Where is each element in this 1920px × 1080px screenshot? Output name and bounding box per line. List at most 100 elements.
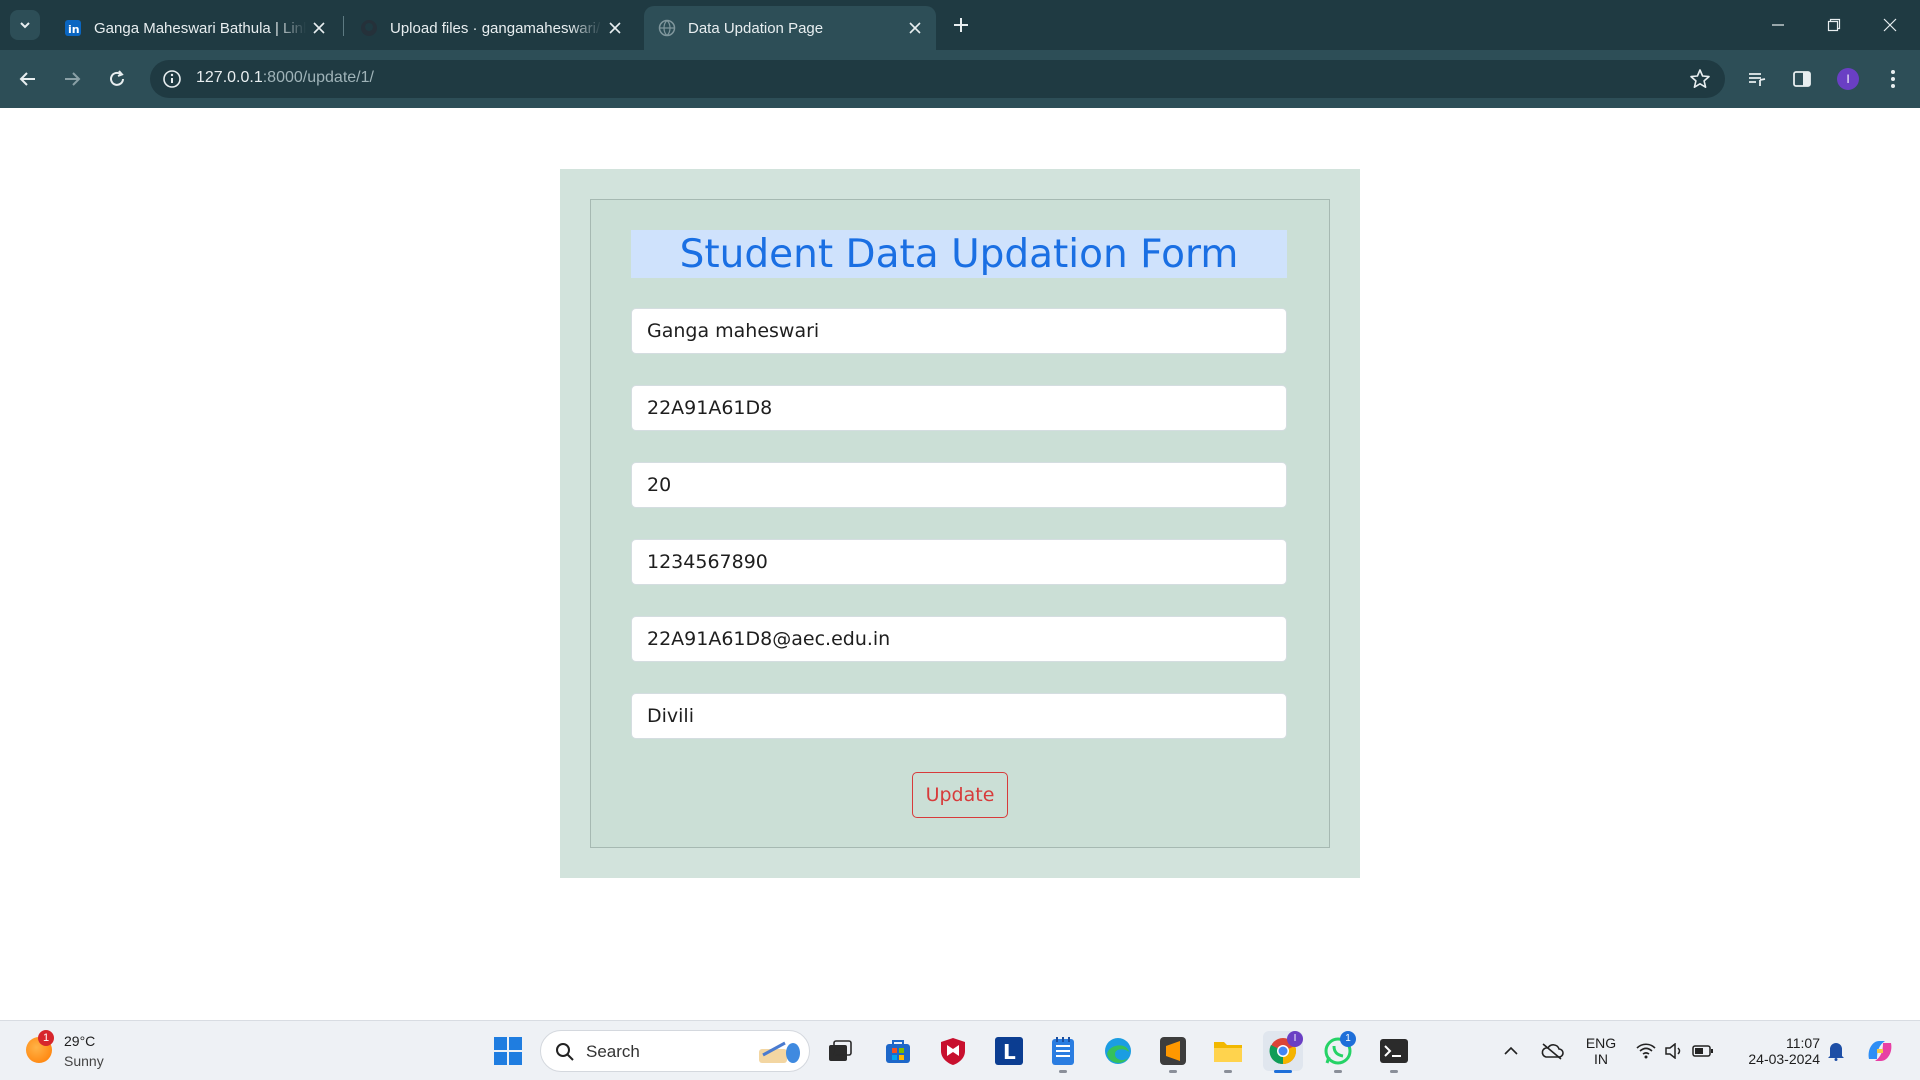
name-field[interactable]: [631, 308, 1287, 354]
copilot-button[interactable]: [1860, 1031, 1900, 1071]
quick-settings-button[interactable]: [1630, 1031, 1720, 1071]
l-app-button[interactable]: L: [989, 1031, 1029, 1071]
clock-time: 11:07: [1786, 1035, 1820, 1051]
file-explorer-button[interactable]: [1208, 1031, 1248, 1073]
reload-button[interactable]: [101, 63, 133, 95]
form-container: Student Data Updation Form Update: [560, 169, 1360, 878]
running-indicator: [1334, 1070, 1342, 1073]
clock[interactable]: 11:07 24-03-2024: [1730, 1031, 1820, 1071]
show-hidden-icons-button[interactable]: [1493, 1031, 1529, 1071]
language-indicator[interactable]: ENG IN: [1578, 1031, 1624, 1071]
start-button[interactable]: [488, 1031, 528, 1071]
volume-icon: [1665, 1043, 1681, 1059]
address-field[interactable]: [631, 693, 1287, 739]
mcafee-button[interactable]: [933, 1031, 973, 1071]
notification-badge: 1: [1340, 1031, 1356, 1047]
github-icon: [360, 19, 378, 37]
weather-widget[interactable]: 1 29°C Sunny: [26, 1029, 136, 1073]
reload-icon: [110, 70, 124, 86]
clock-date: 24-03-2024: [1748, 1051, 1820, 1067]
media-controls-button[interactable]: [1741, 63, 1773, 95]
weather-condition: Sunny: [64, 1053, 104, 1069]
minimize-button[interactable]: [1750, 0, 1806, 50]
menu-button[interactable]: [1877, 63, 1909, 95]
windows-icon: [494, 1037, 522, 1065]
phone-field[interactable]: [631, 539, 1287, 585]
wifi-icon: [1636, 1043, 1656, 1059]
new-tab-button[interactable]: [948, 12, 974, 38]
restore-button[interactable]: [1806, 0, 1862, 50]
age-field[interactable]: [631, 462, 1287, 508]
side-panel-button[interactable]: [1786, 63, 1818, 95]
whatsapp-button[interactable]: 1: [1318, 1031, 1358, 1073]
svg-text:in: in: [68, 23, 80, 36]
tab-search-button[interactable]: [10, 10, 40, 40]
url-text: 127.0.0.1:8000/update/1/: [196, 69, 374, 87]
close-icon[interactable]: [310, 19, 328, 37]
update-button[interactable]: Update: [912, 772, 1008, 818]
chrome-button[interactable]: I: [1263, 1031, 1303, 1073]
playlist-icon: [1749, 73, 1766, 86]
tab-divider: [343, 16, 344, 36]
folder-icon: [1214, 1042, 1242, 1062]
notepad-button[interactable]: [1043, 1031, 1083, 1073]
star-icon[interactable]: [1689, 68, 1711, 90]
search-icon: [556, 1043, 574, 1061]
minimize-icon: [1772, 24, 1784, 26]
notifications-button[interactable]: [1818, 1031, 1854, 1071]
tab-data-updation[interactable]: Data Updation Page: [644, 6, 936, 50]
close-window-button[interactable]: [1862, 0, 1918, 50]
info-icon[interactable]: [162, 69, 182, 89]
l-app-icon: L: [995, 1037, 1023, 1065]
globe-icon: [658, 19, 676, 37]
store-icon: [886, 1040, 910, 1063]
tab-title: Data Updation Page: [688, 19, 824, 37]
onedrive-button[interactable]: [1534, 1031, 1570, 1071]
url-path: :8000/update/1/: [262, 69, 374, 86]
notepad-icon: [1052, 1037, 1074, 1065]
tab-title: Ganga Maheswari Bathula | LinkedIn: [94, 19, 306, 37]
email-field[interactable]: [631, 616, 1287, 662]
tab-github[interactable]: Upload files · gangamaheswari/: [346, 6, 636, 50]
cloud-offline-icon: [1541, 1043, 1564, 1060]
browser-toolbar: 127.0.0.1:8000/update/1/ I: [0, 50, 1920, 108]
forward-button[interactable]: [56, 63, 88, 95]
notification-badge: 1: [38, 1030, 54, 1046]
sublime-icon: [1160, 1037, 1186, 1065]
page-title: Student Data Updation Form: [631, 230, 1287, 278]
linkedin-icon: in: [64, 19, 82, 37]
tab-linkedin[interactable]: in Ganga Maheswari Bathula | LinkedIn: [50, 6, 340, 50]
sublime-button[interactable]: [1153, 1031, 1193, 1073]
battery-icon: [1692, 1045, 1713, 1057]
close-icon: [1883, 18, 1897, 32]
roll-number-field[interactable]: [631, 385, 1287, 431]
close-icon[interactable]: [606, 19, 624, 37]
tab-title: Upload files · gangamaheswari/: [390, 19, 601, 37]
profile-badge: I: [1287, 1031, 1303, 1047]
taskbar-search[interactable]: Search: [540, 1030, 810, 1072]
task-view-button[interactable]: [820, 1031, 860, 1071]
store-button[interactable]: [878, 1031, 918, 1071]
terminal-button[interactable]: [1374, 1031, 1414, 1073]
terminal-icon: [1380, 1039, 1408, 1063]
language-code: ENG: [1585, 1035, 1617, 1051]
plus-icon: [954, 18, 968, 32]
chevron-up-icon: [1504, 1046, 1518, 1055]
close-icon[interactable]: [906, 19, 924, 37]
taskbar: 1 29°C Sunny Search L I 1 ENG IN 11:07 2…: [0, 1020, 1920, 1080]
form-panel: Student Data Updation Form Update: [590, 199, 1330, 848]
temperature: 29°C: [64, 1033, 96, 1049]
avatar: I: [1837, 68, 1859, 90]
side-panel-icon: [1793, 71, 1811, 87]
svg-text:L: L: [1003, 1040, 1016, 1064]
profile-button[interactable]: I: [1832, 63, 1864, 95]
arrow-right-icon: [65, 72, 81, 86]
restore-icon: [1827, 18, 1841, 32]
more-vertical-icon: [1891, 70, 1895, 88]
copilot-icon: [1868, 1041, 1892, 1061]
address-bar[interactable]: 127.0.0.1:8000/update/1/: [150, 60, 1725, 98]
back-button[interactable]: [12, 63, 44, 95]
running-indicator: [1169, 1070, 1177, 1073]
search-label: Search: [586, 1042, 640, 1061]
edge-button[interactable]: [1098, 1031, 1138, 1071]
